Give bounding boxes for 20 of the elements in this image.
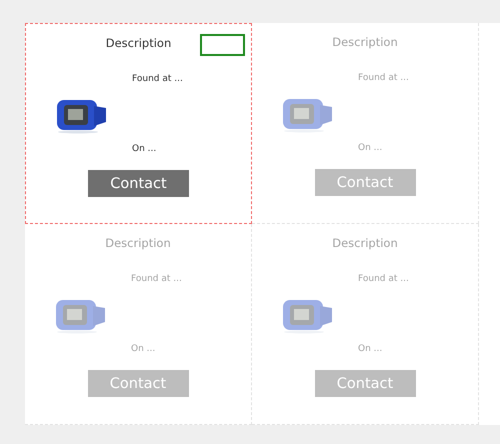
- item-description: Description: [106, 36, 172, 50]
- found-location-text: Found at ...: [358, 274, 409, 284]
- found-location-text: Found at ...: [358, 73, 409, 83]
- found-location-text: Found at ...: [132, 74, 183, 84]
- item-description: Description: [332, 236, 398, 250]
- item-card[interactable]: Description Found at ... On ... Contact: [252, 224, 479, 425]
- found-date-text: On ...: [132, 144, 158, 154]
- item-card[interactable]: Description Found at ... On ... Contact: [252, 23, 479, 224]
- found-date-text: On ...: [131, 344, 156, 354]
- found-date-text: On ...: [358, 344, 384, 354]
- item-card[interactable]: Description Found at ... On ... Contact: [25, 23, 252, 224]
- contact-button[interactable]: Contact: [88, 370, 188, 397]
- item-description: Description: [105, 236, 171, 250]
- item-description: Description: [332, 35, 398, 49]
- contact-button[interactable]: Contact: [314, 169, 416, 196]
- found-location-text: Found at ...: [131, 274, 182, 284]
- contact-button[interactable]: Contact: [88, 170, 189, 197]
- found-date-text: On ...: [358, 143, 384, 153]
- contact-button[interactable]: Contact: [314, 370, 416, 397]
- item-card[interactable]: Description Found at ... On ... Contact: [25, 224, 252, 425]
